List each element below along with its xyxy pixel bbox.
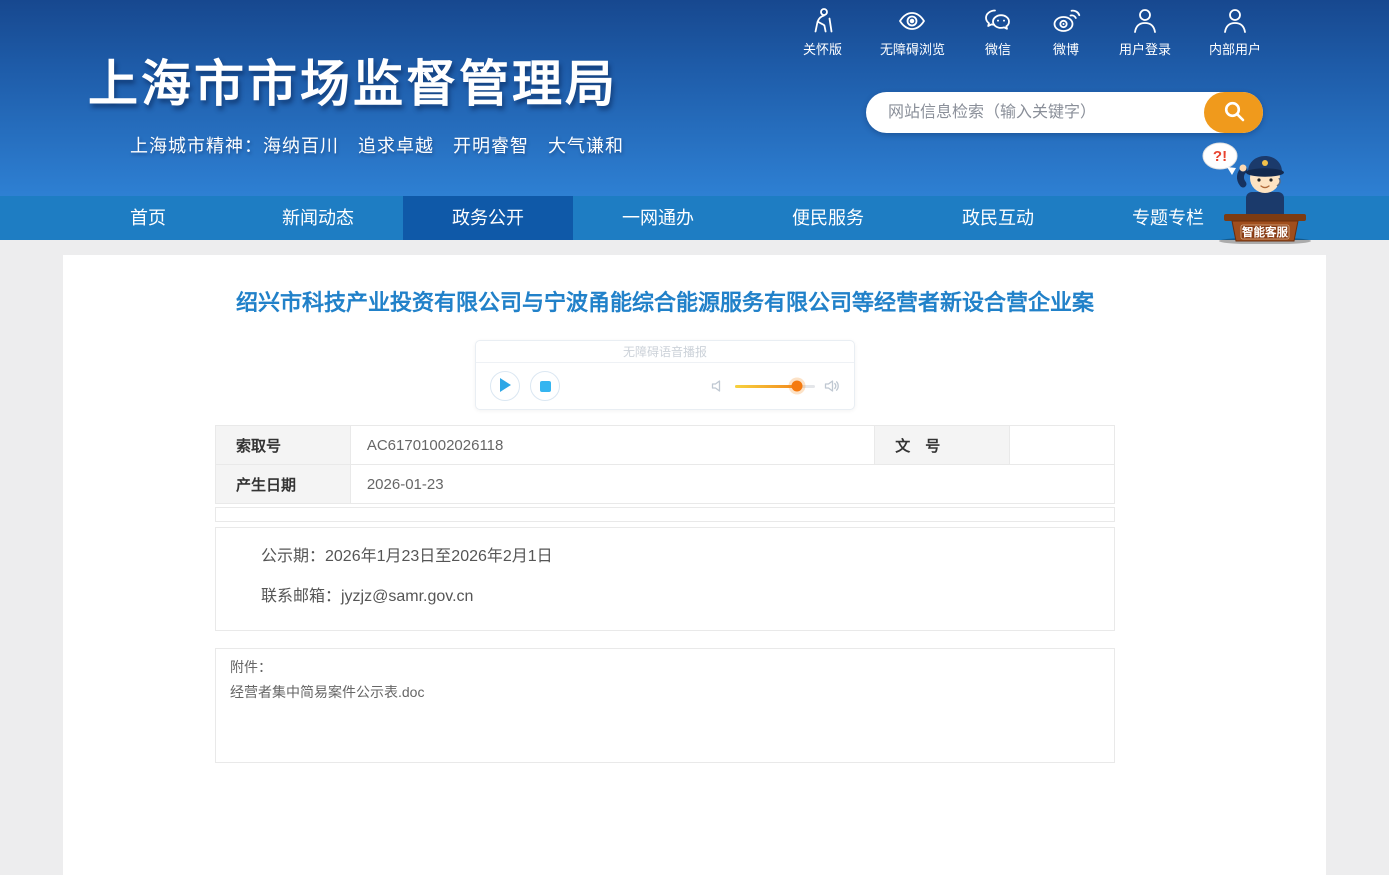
play-button[interactable]: [490, 371, 520, 401]
volume-loud-icon: [824, 378, 840, 394]
site-header: 关怀版 无障碍浏览 微信 微博 用户登录: [0, 0, 1389, 196]
attachment-label: 附件：: [230, 657, 1100, 677]
eye-icon: [897, 6, 927, 36]
topbar-link-internal-user[interactable]: 内部用户: [1209, 6, 1261, 58]
nav-item-news[interactable]: 新闻动态: [233, 196, 403, 240]
page-background: 绍兴市科技产业投资有限公司与宁波甬能综合能源服务有限公司等经营者新设合营企业案 …: [0, 240, 1389, 875]
topbar-link-care-version[interactable]: 关怀版: [803, 6, 842, 58]
mascot-label: 智能客服: [1242, 225, 1288, 239]
nav-item-interaction[interactable]: 政民互动: [913, 196, 1083, 240]
mascot-officer: [1240, 156, 1285, 222]
user-icon: [1130, 6, 1160, 36]
meta-value-index-number: AC61701002026118: [350, 426, 874, 465]
table-row: 索取号 AC61701002026118 文 号: [216, 426, 1115, 465]
meta-label-issue-date: 产生日期: [216, 465, 351, 504]
contact-email-text: 联系邮箱：jyzjz@samr.gov.cn: [261, 586, 1094, 608]
topbar-link-label: 微信: [985, 39, 1011, 58]
accessibility-audio-player: 无障碍语音播报: [475, 340, 855, 410]
topbar-link-label: 关怀版: [803, 39, 842, 58]
play-icon: [499, 378, 511, 395]
meta-label-doc-number: 文 号: [875, 426, 1010, 465]
volume-handle[interactable]: [791, 381, 802, 392]
notice-box: 公示期：2026年1月23日至2026年2月1日 联系邮箱：jyzjz@samr…: [215, 527, 1115, 631]
site-search: [866, 92, 1263, 133]
table-row: 产生日期 2026-01-23: [216, 465, 1115, 504]
stop-button[interactable]: [530, 371, 560, 401]
nav-item-online-services[interactable]: 一网通办: [573, 196, 743, 240]
nav-item-home[interactable]: 首页: [63, 196, 233, 240]
mascot-podium: 智能客服: [1224, 214, 1306, 241]
topbar-link-user-login[interactable]: 用户登录: [1119, 6, 1171, 58]
mascot-speech-bubble: ?!: [1203, 143, 1237, 175]
topbar-link-label: 用户登录: [1119, 39, 1171, 58]
audio-player-title: 无障碍语音播报: [476, 341, 854, 363]
weibo-icon: [1051, 6, 1081, 36]
stop-icon: [540, 381, 551, 392]
publicity-period-text: 公示期：2026年1月23日至2026年2月1日: [261, 546, 1094, 568]
svg-text:?!: ?!: [1213, 148, 1227, 165]
site-brand: 上海市市场监督管理局 上海城市精神：海纳百川 追求卓越 开明睿智 大气谦和: [88, 44, 624, 158]
smart-service-mascot[interactable]: ?! 智能客服: [1199, 140, 1333, 244]
topbar-link-label: 微博: [1053, 39, 1079, 58]
volume-fill: [735, 385, 797, 388]
topbar-link-weibo[interactable]: 微博: [1051, 6, 1081, 58]
topbar-quick-links: 关怀版 无障碍浏览 微信 微博 用户登录: [803, 6, 1261, 58]
elderly-icon: [807, 6, 837, 36]
site-title: 上海市市场监督管理局: [88, 44, 624, 116]
user-icon: [1220, 6, 1250, 36]
wechat-icon: [983, 6, 1013, 36]
volume-mute-icon: [710, 378, 726, 394]
meta-label-index-number: 索取号: [216, 426, 351, 465]
article-title: 绍兴市科技产业投资有限公司与宁波甬能综合能源服务有限公司等经营者新设合营企业案: [215, 255, 1115, 320]
topbar-link-label: 内部用户: [1209, 39, 1261, 58]
search-button[interactable]: [1204, 92, 1263, 133]
meta-value-doc-number: [1010, 426, 1115, 465]
topbar-link-wechat[interactable]: 微信: [983, 6, 1013, 58]
content-card: 绍兴市科技产业投资有限公司与宁波甬能综合能源服务有限公司等经营者新设合营企业案 …: [63, 255, 1326, 875]
document-meta-table: 索取号 AC61701002026118 文 号 产生日期 2026-01-23: [215, 425, 1115, 504]
volume-slider[interactable]: [735, 385, 815, 388]
attachment-file-link[interactable]: 经营者集中简易案件公示表.doc: [230, 682, 1100, 702]
attachment-section: 附件： 经营者集中简易案件公示表.doc: [215, 648, 1115, 763]
site-slogan: 上海城市精神：海纳百川 追求卓越 开明睿智 大气谦和: [130, 132, 624, 158]
nav-item-public-services[interactable]: 便民服务: [743, 196, 913, 240]
main-nav: 首页 新闻动态 政务公开 一网通办 便民服务 政民互动 专题专栏: [0, 196, 1389, 240]
nav-item-gov-affairs[interactable]: 政务公开: [403, 196, 573, 240]
topbar-link-accessibility[interactable]: 无障碍浏览: [880, 6, 945, 58]
empty-table-row: [215, 507, 1115, 522]
meta-value-issue-date: 2026-01-23: [350, 465, 1114, 504]
search-icon: [1222, 99, 1246, 126]
topbar-link-label: 无障碍浏览: [880, 39, 945, 58]
